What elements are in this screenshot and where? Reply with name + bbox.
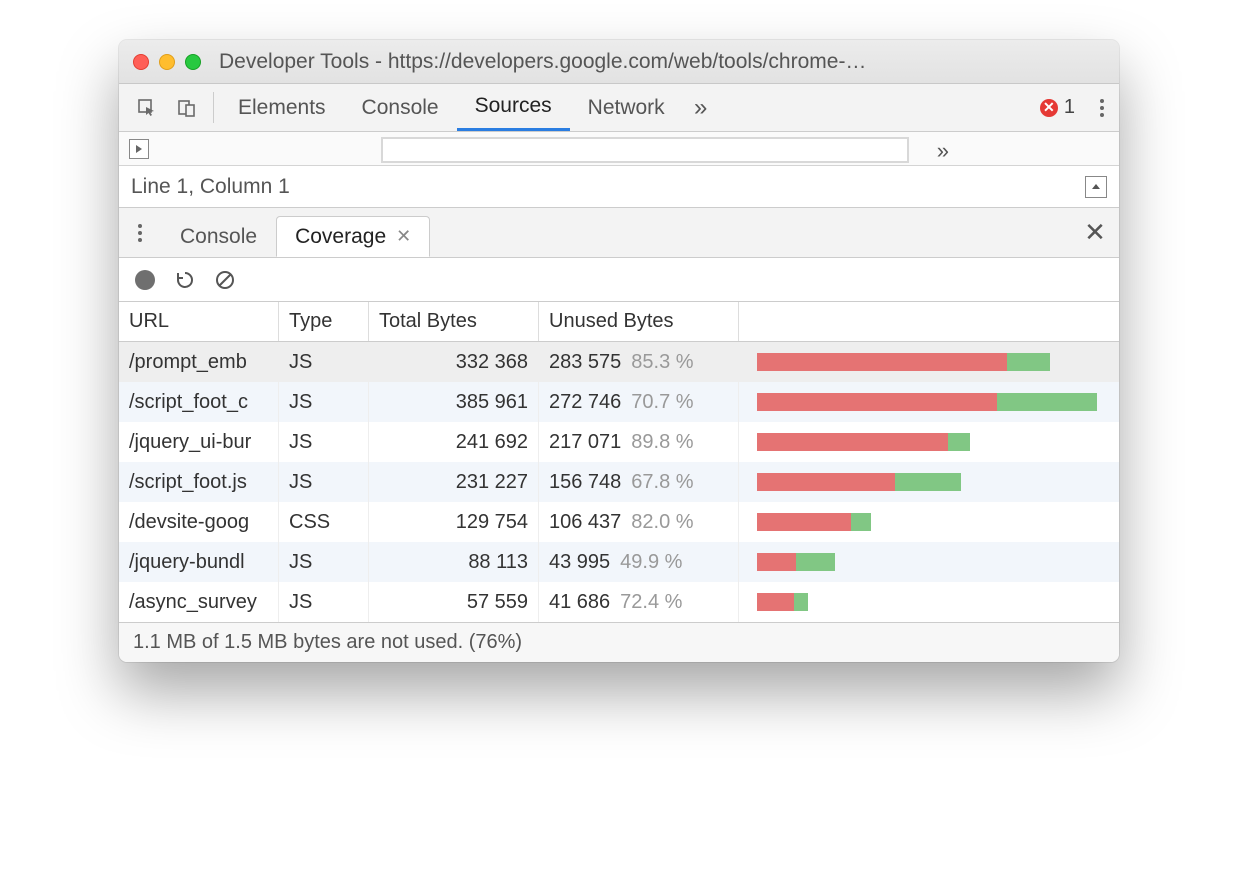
file-tabs-overflow-icon[interactable]: » bbox=[937, 138, 949, 164]
show-drawer-icon[interactable] bbox=[1085, 176, 1107, 198]
coverage-row[interactable]: /async_surveyJS57 55941 68672.4 % bbox=[119, 582, 1119, 622]
coverage-table: URL Type Total Bytes Unused Bytes /promp… bbox=[119, 302, 1119, 622]
cell-type: CSS bbox=[279, 502, 369, 542]
cell-type: JS bbox=[279, 342, 369, 382]
cell-total-bytes: 57 559 bbox=[369, 582, 539, 622]
cell-usage-bar bbox=[739, 462, 1119, 502]
main-toolbar: Elements Console Sources Network » ✕ 1 bbox=[119, 84, 1119, 132]
panel-tabs: Elements Console Sources Network bbox=[220, 84, 683, 131]
open-file-tab[interactable] bbox=[381, 137, 909, 163]
coverage-row[interactable]: /script_foot.jsJS231 227156 74867.8 % bbox=[119, 462, 1119, 502]
tab-console[interactable]: Console bbox=[344, 84, 457, 131]
cell-unused-bytes: 43 99549.9 % bbox=[539, 542, 739, 582]
titlebar: Developer Tools - https://developers.goo… bbox=[119, 40, 1119, 84]
close-drawer-icon[interactable]: ✕ bbox=[1071, 208, 1119, 257]
cell-url: /script_foot.js bbox=[119, 462, 279, 502]
cell-unused-bytes: 106 43782.0 % bbox=[539, 502, 739, 542]
window-close-button[interactable] bbox=[133, 54, 149, 70]
window-minimize-button[interactable] bbox=[159, 54, 175, 70]
cell-unused-bytes: 272 74670.7 % bbox=[539, 382, 739, 422]
coverage-row[interactable]: /jquery_ui-burJS241 692217 07189.8 % bbox=[119, 422, 1119, 462]
cell-type: JS bbox=[279, 382, 369, 422]
cell-total-bytes: 385 961 bbox=[369, 382, 539, 422]
coverage-row[interactable]: /jquery-bundlJS88 11343 99549.9 % bbox=[119, 542, 1119, 582]
coverage-row[interactable]: /prompt_embJS332 368283 57585.3 % bbox=[119, 342, 1119, 382]
error-icon: ✕ bbox=[1040, 99, 1058, 117]
inspect-element-icon[interactable] bbox=[127, 84, 167, 131]
cell-usage-bar bbox=[739, 502, 1119, 542]
cell-type: JS bbox=[279, 542, 369, 582]
settings-menu-icon[interactable] bbox=[1085, 84, 1119, 131]
tab-network[interactable]: Network bbox=[570, 84, 683, 131]
reload-button[interactable] bbox=[175, 270, 195, 290]
coverage-summary: 1.1 MB of 1.5 MB bytes are not used. (76… bbox=[133, 631, 522, 654]
drawer-tabstrip: Console Coverage ✕ ✕ bbox=[119, 208, 1119, 258]
drawer-tab-coverage[interactable]: Coverage ✕ bbox=[276, 216, 430, 257]
devtools-window: Developer Tools - https://developers.goo… bbox=[119, 40, 1119, 662]
sources-file-row: » bbox=[119, 132, 1119, 166]
error-count: 1 bbox=[1064, 96, 1075, 119]
cell-url: /async_survey bbox=[119, 582, 279, 622]
cell-type: JS bbox=[279, 422, 369, 462]
window-title: Developer Tools - https://developers.goo… bbox=[219, 50, 1105, 74]
coverage-footer: 1.1 MB of 1.5 MB bytes are not used. (76… bbox=[119, 622, 1119, 662]
drawer-tab-label: Coverage bbox=[295, 225, 386, 249]
error-indicator[interactable]: ✕ 1 bbox=[1040, 84, 1085, 131]
col-header-url[interactable]: URL bbox=[119, 302, 279, 341]
drawer-tab-console[interactable]: Console bbox=[161, 216, 276, 257]
cell-unused-bytes: 156 74867.8 % bbox=[539, 462, 739, 502]
cell-total-bytes: 88 113 bbox=[369, 542, 539, 582]
cell-usage-bar bbox=[739, 582, 1119, 622]
cell-total-bytes: 241 692 bbox=[369, 422, 539, 462]
col-header-type[interactable]: Type bbox=[279, 302, 369, 341]
cell-url: /devsite-goog bbox=[119, 502, 279, 542]
window-zoom-button[interactable] bbox=[185, 54, 201, 70]
cell-usage-bar bbox=[739, 382, 1119, 422]
drawer-tab-label: Console bbox=[180, 225, 257, 249]
coverage-toolbar bbox=[119, 258, 1119, 302]
cursor-position: Line 1, Column 1 bbox=[131, 175, 290, 199]
col-header-bar bbox=[739, 302, 1119, 341]
cell-url: /prompt_emb bbox=[119, 342, 279, 382]
device-toggle-icon[interactable] bbox=[167, 84, 207, 131]
cell-type: JS bbox=[279, 582, 369, 622]
close-tab-icon[interactable]: ✕ bbox=[396, 226, 411, 247]
record-button[interactable] bbox=[135, 270, 155, 290]
traffic-lights bbox=[133, 54, 201, 70]
cell-total-bytes: 231 227 bbox=[369, 462, 539, 502]
navigator-toggle-icon[interactable] bbox=[129, 139, 149, 159]
cell-usage-bar bbox=[739, 422, 1119, 462]
coverage-row[interactable]: /devsite-googCSS129 754106 43782.0 % bbox=[119, 502, 1119, 542]
cell-url: /script_foot_c bbox=[119, 382, 279, 422]
tab-sources[interactable]: Sources bbox=[457, 84, 570, 131]
cell-usage-bar bbox=[739, 342, 1119, 382]
col-header-unused[interactable]: Unused Bytes bbox=[539, 302, 739, 341]
cell-total-bytes: 332 368 bbox=[369, 342, 539, 382]
coverage-row[interactable]: /script_foot_cJS385 961272 74670.7 % bbox=[119, 382, 1119, 422]
cell-unused-bytes: 283 57585.3 % bbox=[539, 342, 739, 382]
col-header-total[interactable]: Total Bytes bbox=[369, 302, 539, 341]
cell-unused-bytes: 41 68672.4 % bbox=[539, 582, 739, 622]
cell-total-bytes: 129 754 bbox=[369, 502, 539, 542]
cell-type: JS bbox=[279, 462, 369, 502]
tab-elements[interactable]: Elements bbox=[220, 84, 344, 131]
cell-url: /jquery-bundl bbox=[119, 542, 279, 582]
drawer-menu-icon[interactable] bbox=[119, 208, 161, 257]
cell-unused-bytes: 217 07189.8 % bbox=[539, 422, 739, 462]
tabs-overflow-icon[interactable]: » bbox=[683, 84, 719, 131]
editor-status-bar: Line 1, Column 1 bbox=[119, 166, 1119, 208]
cell-url: /jquery_ui-bur bbox=[119, 422, 279, 462]
clear-button[interactable] bbox=[215, 270, 235, 290]
cell-usage-bar bbox=[739, 542, 1119, 582]
coverage-header-row: URL Type Total Bytes Unused Bytes bbox=[119, 302, 1119, 342]
